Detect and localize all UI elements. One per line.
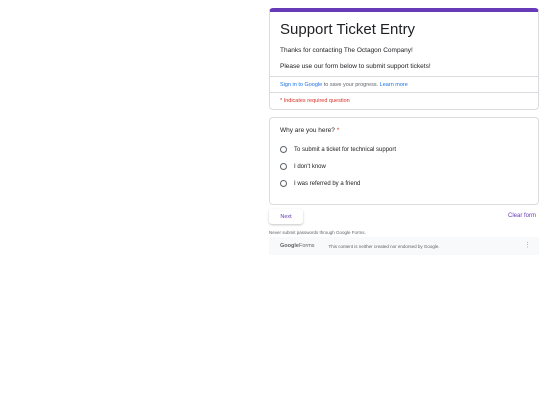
signin-link[interactable]: Sign in to Google	[280, 82, 322, 88]
question-title: Why are you here? *	[280, 126, 528, 135]
question-card: Why are you here? * To submit a ticket f…	[269, 117, 539, 205]
signin-notice: Sign in to Google to save your progress.…	[270, 77, 538, 92]
google-forms-logo[interactable]: GoogleForms	[280, 243, 315, 249]
forms-footer: GoogleForms This content is neither crea…	[269, 237, 539, 255]
question-text: Why are you here?	[280, 127, 335, 134]
radio-option[interactable]: I don't know	[280, 161, 528, 172]
form-header-card: Support Ticket Entry Thanks for contacti…	[269, 8, 539, 110]
form-description-line2: Please use our form below to submit supp…	[280, 63, 431, 70]
signin-text: to save your progress.	[322, 82, 380, 88]
next-button[interactable]: Next	[269, 209, 303, 224]
more-options-icon[interactable]: ⋮	[524, 241, 531, 249]
radio-button-icon[interactable]	[280, 163, 287, 170]
radio-option[interactable]: I was referred by a friend	[280, 178, 528, 189]
required-star: *	[334, 127, 340, 134]
radio-option[interactable]: To submit a ticket for technical support	[280, 144, 528, 155]
required-note: * Indicates required question	[280, 98, 350, 104]
radio-option-label[interactable]: I was referred by a friend	[294, 181, 360, 187]
logo-forms: Forms	[298, 243, 315, 249]
password-warning: Never submit passwords through Google Fo…	[269, 230, 366, 235]
radio-button-icon[interactable]	[280, 180, 287, 187]
radio-option-label[interactable]: To submit a ticket for technical support	[294, 147, 396, 153]
radio-option-label[interactable]: I don't know	[294, 164, 326, 170]
form-column: Support Ticket Entry Thanks for contacti…	[269, 8, 539, 255]
clear-form-button[interactable]: Clear form	[508, 213, 536, 219]
radio-button-icon[interactable]	[280, 146, 287, 153]
form-actions: Next Clear form	[269, 209, 539, 227]
form-title: Support Ticket Entry	[280, 21, 416, 38]
form-description-line1: Thanks for contacting The Octagon Compan…	[280, 47, 413, 54]
learn-more-link[interactable]: Learn more	[380, 82, 408, 88]
logo-google: Google	[280, 243, 299, 249]
disclaimer-text: This content is neither created nor endo…	[328, 243, 440, 249]
